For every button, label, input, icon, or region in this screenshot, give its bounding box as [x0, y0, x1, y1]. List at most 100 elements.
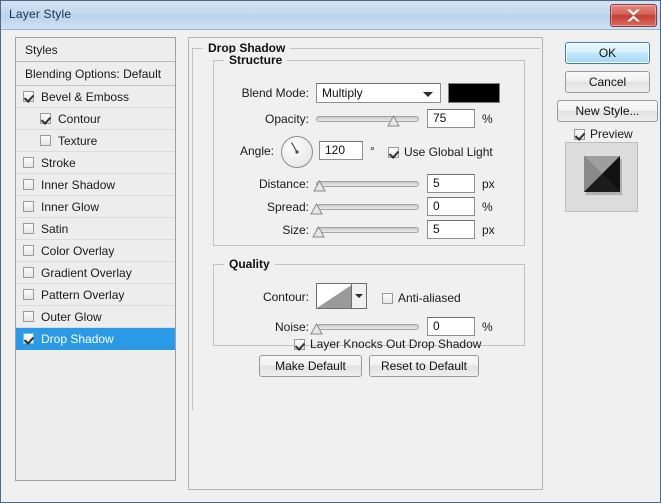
distance-slider-track	[316, 181, 419, 187]
effect-row-drop-shadow[interactable]: Drop Shadow	[16, 328, 175, 350]
effect-row-texture[interactable]: Texture	[16, 130, 175, 152]
effect-checkbox[interactable]	[23, 333, 34, 344]
opacity-slider-track	[316, 116, 419, 122]
use-global-light-label: Use Global Light	[404, 145, 493, 159]
opacity-input[interactable]: 75	[427, 109, 475, 128]
effect-checkbox[interactable]	[23, 245, 34, 256]
knockout-row[interactable]: Layer Knocks Out Drop Shadow	[294, 337, 481, 351]
blend-mode-select[interactable]: Multiply	[316, 83, 441, 103]
spread-slider-track	[316, 204, 419, 210]
effect-label: Pattern Overlay	[41, 288, 125, 302]
size-input[interactable]: 5	[427, 220, 475, 239]
effect-label: Satin	[41, 222, 69, 236]
effect-label: Color Overlay	[41, 244, 115, 258]
spread-slider[interactable]	[310, 199, 419, 215]
ok-button[interactable]: OK	[565, 42, 650, 64]
size-slider-track	[316, 227, 419, 233]
effect-row-inner-glow[interactable]: Inner Glow	[16, 196, 175, 218]
effect-label: Bevel & Emboss	[41, 90, 130, 104]
contour-picker[interactable]	[316, 283, 367, 309]
opacity-label: Opacity:	[264, 112, 309, 126]
anti-aliased-row[interactable]: Anti-aliased	[382, 291, 461, 305]
shadow-color-swatch[interactable]	[448, 83, 500, 103]
styles-header[interactable]: Styles	[16, 38, 175, 62]
chevron-down-icon	[423, 92, 433, 97]
preview-row[interactable]: Preview	[574, 127, 633, 141]
chevron-down-icon	[355, 294, 363, 298]
effect-checkbox[interactable]	[23, 157, 34, 168]
quality-group: Quality Contour: Anti-aliased Noise: 0 %	[213, 257, 525, 346]
noise-slider-thumb[interactable]	[310, 322, 323, 335]
effect-checkbox[interactable]	[23, 201, 34, 212]
effect-row-contour[interactable]: Contour	[16, 108, 175, 130]
structure-group-title: Structure	[224, 53, 288, 67]
quality-group-title: Quality	[224, 257, 275, 271]
size-slider-thumb[interactable]	[312, 225, 325, 238]
use-global-light-checkbox[interactable]	[388, 147, 399, 158]
effect-checkbox[interactable]	[23, 91, 34, 102]
preview-bevel-image	[566, 143, 637, 211]
effect-label: Inner Glow	[41, 200, 100, 214]
effect-checkbox[interactable]	[40, 113, 51, 124]
distance-slider[interactable]	[313, 176, 419, 192]
cancel-button[interactable]: Cancel	[565, 71, 650, 93]
effect-checkbox[interactable]	[23, 267, 34, 278]
anti-aliased-label: Anti-aliased	[398, 291, 461, 305]
effect-row-color-overlay[interactable]: Color Overlay	[16, 240, 175, 262]
noise-unit: %	[482, 320, 493, 334]
effect-checkbox[interactable]	[23, 311, 34, 322]
effect-row-pattern-overlay[interactable]: Pattern Overlay	[16, 284, 175, 306]
effect-row-bevel-emboss[interactable]: Bevel & Emboss	[16, 86, 175, 108]
slider-thumb-icon	[387, 114, 401, 127]
spread-unit: %	[482, 200, 493, 214]
contour-label: Contour:	[262, 290, 309, 304]
new-style-button[interactable]: New Style...	[557, 100, 658, 122]
effect-label: Outer Glow	[41, 310, 102, 324]
effect-row-satin[interactable]: Satin	[16, 218, 175, 240]
window-title: Layer Style	[9, 7, 72, 21]
angle-label: Angle:	[239, 144, 274, 158]
effect-checkbox[interactable]	[23, 223, 34, 234]
reset-to-default-button[interactable]: Reset to Default	[369, 355, 479, 377]
angle-input[interactable]: 120	[319, 141, 363, 160]
slider-thumb-icon	[310, 322, 323, 335]
effect-row-stroke[interactable]: Stroke	[16, 152, 175, 174]
effect-row-outer-glow[interactable]: Outer Glow	[16, 306, 175, 328]
effect-checkbox[interactable]	[40, 135, 51, 146]
size-slider[interactable]	[312, 222, 419, 238]
spread-slider-thumb[interactable]	[310, 202, 323, 215]
distance-unit: px	[482, 177, 495, 191]
distance-slider-thumb[interactable]	[313, 179, 326, 192]
preview-checkbox[interactable]	[574, 129, 585, 140]
effect-checkbox[interactable]	[23, 289, 34, 300]
effect-checkbox[interactable]	[23, 179, 34, 190]
opacity-slider-thumb[interactable]	[387, 114, 401, 127]
noise-input[interactable]: 0	[427, 317, 475, 336]
angle-dial[interactable]	[281, 136, 313, 168]
spread-input[interactable]: 0	[427, 197, 475, 216]
close-icon[interactable]	[610, 4, 657, 27]
options-panel: Drop Shadow Structure Blend Mode: Multip…	[188, 37, 543, 490]
use-global-light-row[interactable]: Use Global Light	[388, 145, 493, 159]
contour-dropdown-zone[interactable]	[351, 284, 366, 308]
make-default-button[interactable]: Make Default	[259, 355, 362, 377]
effect-label: Gradient Overlay	[41, 266, 132, 280]
knockout-label: Layer Knocks Out Drop Shadow	[310, 337, 482, 351]
size-unit: px	[482, 223, 495, 237]
effect-label: Contour	[58, 112, 101, 126]
effect-label: Texture	[58, 134, 98, 148]
effect-row-gradient-overlay[interactable]: Gradient Overlay	[16, 262, 175, 284]
distance-input[interactable]: 5	[427, 174, 475, 193]
noise-slider[interactable]	[310, 319, 419, 335]
blending-options-item[interactable]: Blending Options: Default	[16, 62, 175, 86]
opacity-slider[interactable]	[316, 111, 419, 127]
effect-row-inner-shadow[interactable]: Inner Shadow	[16, 174, 175, 196]
preview-label: Preview	[590, 127, 633, 141]
knockout-checkbox[interactable]	[294, 339, 305, 350]
anti-aliased-checkbox[interactable]	[382, 293, 393, 304]
noise-label: Noise:	[274, 320, 309, 334]
close-x-glyph	[626, 9, 641, 22]
contour-curve-icon	[317, 284, 353, 308]
effect-label: Inner Shadow	[41, 178, 116, 192]
distance-label: Distance:	[258, 177, 309, 191]
